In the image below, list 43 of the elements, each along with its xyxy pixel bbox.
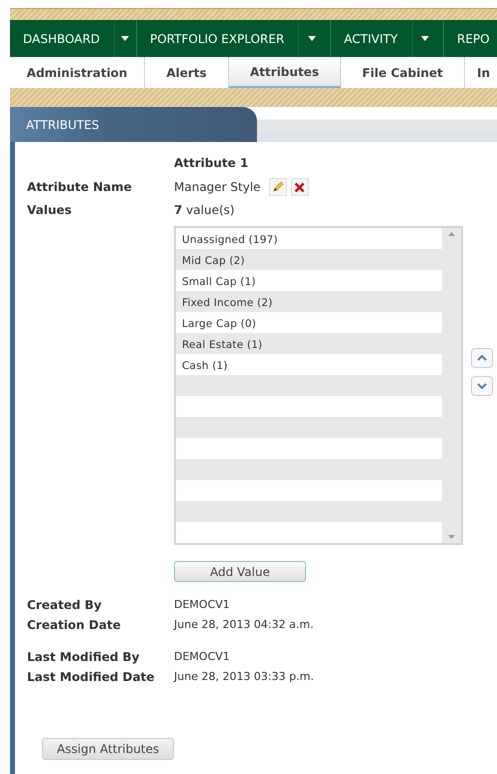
move-down-button[interactable] [471, 376, 493, 396]
panel-tab[interactable]: ATTRIBUTES [10, 107, 257, 142]
list-item[interactable]: Small Cap (1) [176, 272, 442, 293]
tab[interactable]: Attributes [229, 57, 341, 88]
list-item[interactable]: Large Cap (0) [176, 314, 442, 335]
field-label: Created By [27, 597, 103, 614]
attribute-name-value: Manager Style [174, 179, 261, 196]
list-item[interactable]: Mid Cap (2) [176, 251, 442, 272]
edit-button[interactable] [268, 178, 287, 196]
move-up-button[interactable] [471, 348, 493, 368]
scroll-up-icon [448, 232, 455, 236]
attribute-heading: Attribute 1 [174, 155, 248, 172]
nav-item[interactable]: REPO [457, 30, 490, 48]
field-value: June 28, 2013 04:32 a.m. [174, 616, 314, 633]
list-item[interactable]: Real Estate (1) [176, 335, 442, 356]
caret-icon [308, 36, 316, 41]
chevron-down-icon [477, 383, 487, 389]
field-value: DEMOCV1 [174, 596, 230, 613]
caret-icon [421, 36, 430, 41]
chevron-up-icon [477, 355, 487, 361]
scroll-down-icon [448, 535, 455, 539]
caret-icon [121, 36, 130, 41]
field-value: DEMOCV1 [174, 648, 230, 665]
list-item[interactable]: Cash (1) [176, 356, 442, 377]
nav-item[interactable]: ACTIVITY [344, 30, 398, 48]
field-value: June 28, 2013 03:33 p.m. [174, 668, 314, 685]
field-label: Last Modified By [27, 649, 140, 666]
field-label: Values [27, 202, 73, 219]
nav-item[interactable]: PORTFOLIO EXPLORER [150, 30, 284, 48]
add-value-button[interactable]: Add Value [174, 561, 306, 582]
assign-attributes-button[interactable]: Assign Attributes [42, 738, 174, 760]
value-count: 7 value(s) [174, 202, 235, 219]
close-icon [294, 182, 306, 192]
delete-button[interactable] [290, 178, 309, 196]
field-label: Creation Date [27, 617, 122, 634]
scrollbar[interactable] [442, 228, 461, 543]
values-list[interactable]: Unassigned (197) Mid Cap (2) Small Cap (1) Fixed Income (2) Large Cap (0) Real Estate (1) Cash (1) [174, 226, 463, 545]
field-label: Last Modified Date [27, 669, 156, 686]
list-item[interactable]: Fixed Income (2) [176, 293, 442, 314]
list-item[interactable]: Unassigned (197) [176, 230, 442, 251]
nav-item[interactable]: DASHBOARD [23, 30, 100, 48]
pencil-icon [270, 180, 285, 194]
field-label: Attribute Name [27, 179, 133, 196]
